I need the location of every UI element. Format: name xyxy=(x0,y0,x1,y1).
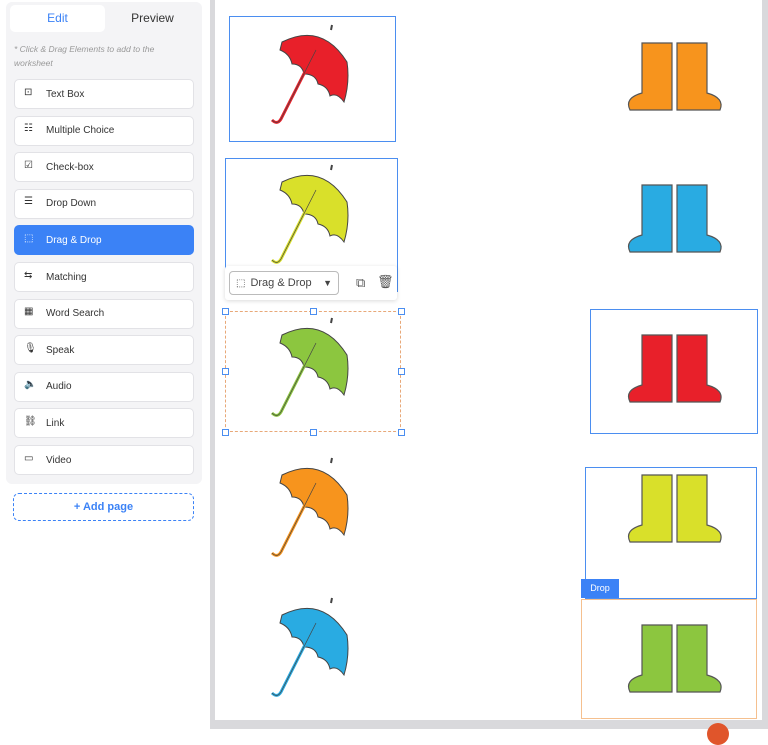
resize-handle[interactable] xyxy=(222,368,229,375)
link-icon: ⛓ xyxy=(24,415,37,427)
resize-handle[interactable] xyxy=(310,308,317,315)
drag-drop-icon: ⬚ xyxy=(236,277,246,289)
sidebar-item-label: Matching xyxy=(46,271,87,283)
sidebar-item-matching[interactable]: ⇆ Matching xyxy=(14,262,194,292)
element-type-value: Drag & Drop xyxy=(250,277,312,289)
boots-image[interactable] xyxy=(622,38,732,123)
matching-icon: ⇆ xyxy=(24,269,33,281)
drag-drop-icon: ⬚ xyxy=(24,232,34,244)
help-bubble[interactable] xyxy=(707,723,729,745)
duplicate-icon[interactable]: ⧉ xyxy=(356,275,365,291)
multiple-choice-icon: ☷ xyxy=(24,123,33,135)
word-search-icon: ▦ xyxy=(24,306,34,318)
resize-handle[interactable] xyxy=(398,429,405,436)
text-box-icon: ⊡ xyxy=(24,86,33,98)
trash-icon[interactable]: 🗑 xyxy=(377,274,394,290)
resize-handle[interactable] xyxy=(310,429,317,436)
microphone-icon: 🎙 xyxy=(24,342,37,354)
sidebar-item-video[interactable]: ▭ Video xyxy=(14,445,194,475)
sidebar-item-drag-drop[interactable]: ⬚ Drag & Drop xyxy=(14,225,194,256)
video-icon: ▭ xyxy=(24,452,34,464)
sidebar-item-multiple-choice[interactable]: ☷ Multiple Choice xyxy=(14,115,194,146)
instruction-hint: * Click & Drag Elements to add to the wo… xyxy=(14,44,155,68)
sidebar-item-label: Drop Down xyxy=(46,198,97,210)
sidebar-item-label: Text Box xyxy=(46,88,85,100)
sidebar-item-label: Word Search xyxy=(46,308,105,320)
tab-preview[interactable]: Preview xyxy=(105,5,200,32)
sidebar-item-text-box[interactable]: ⊡ Text Box xyxy=(14,79,194,109)
caret-down-icon: ▼ xyxy=(323,278,332,288)
sidebar-item-label: Video xyxy=(46,454,72,466)
speaker-icon: 🔈 xyxy=(24,379,37,391)
tab-edit[interactable]: Edit xyxy=(10,5,105,32)
umbrella-image[interactable] xyxy=(252,595,362,710)
sidebar-item-label: Audio xyxy=(46,381,72,393)
sidebar-item-drop-down[interactable]: ☰ Drop Down xyxy=(14,188,194,219)
resize-handle[interactable] xyxy=(398,368,405,375)
boots-image[interactable] xyxy=(622,180,732,265)
elements-sidebar: Edit Preview * Click & Drag Elements to … xyxy=(6,2,202,484)
drop-zone-box[interactable] xyxy=(590,309,758,434)
mode-tabs: Edit Preview xyxy=(8,5,200,33)
sidebar-item-speak[interactable]: 🎙 Speak xyxy=(14,335,194,366)
resize-handle[interactable] xyxy=(398,308,405,315)
sidebar-item-label: Check-box xyxy=(46,161,94,173)
drop-label: Drop xyxy=(581,579,619,598)
umbrella-image[interactable] xyxy=(252,455,362,570)
checkbox-icon: ☑ xyxy=(24,159,33,171)
sidebar-item-audio[interactable]: 🔈 Audio xyxy=(14,371,194,402)
add-page-button[interactable]: + Add page xyxy=(13,493,194,521)
resize-handle[interactable] xyxy=(222,308,229,315)
resize-handle[interactable] xyxy=(222,429,229,436)
sidebar-item-label: Link xyxy=(46,417,65,429)
sidebar-item-label: Speak xyxy=(46,344,75,356)
sidebar-item-label: Multiple Choice xyxy=(46,125,115,137)
dropdown-icon: ☰ xyxy=(24,196,33,208)
sidebar-item-word-search[interactable]: ▦ Word Search xyxy=(14,298,194,329)
sidebar-item-label: Drag & Drop xyxy=(46,234,102,246)
drag-item-box[interactable] xyxy=(229,16,396,142)
drop-zone-active[interactable] xyxy=(581,599,757,719)
sidebar-item-check-box[interactable]: ☑ Check-box xyxy=(14,152,194,183)
sidebar-item-link[interactable]: ⛓ Link xyxy=(14,408,194,439)
element-toolbar: ⬚ Drag & Drop ▼ ⧉ 🗑 xyxy=(225,266,397,300)
selected-drag-item[interactable] xyxy=(225,311,401,432)
element-type-select[interactable]: ⬚ Drag & Drop ▼ xyxy=(229,271,339,295)
